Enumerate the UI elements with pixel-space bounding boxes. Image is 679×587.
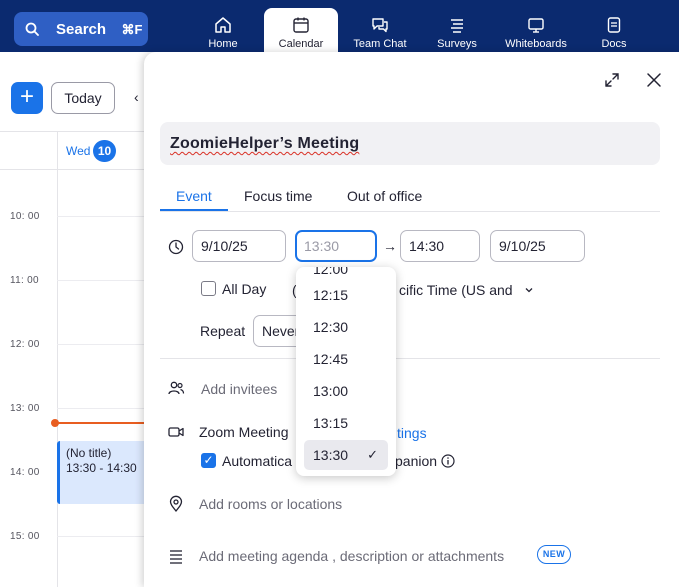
calendar-icon [293, 17, 309, 33]
hour-gridline [57, 408, 150, 409]
tab-calendar[interactable]: Calendar [264, 8, 338, 52]
hour-label: 13: 00 [10, 403, 40, 414]
new-event-button[interactable]: + [11, 82, 43, 114]
agenda-lines-icon [170, 550, 182, 564]
automatic-label: Automatica [222, 453, 293, 469]
event-time: 13:30 - 14:30 [66, 461, 137, 475]
meeting-title-input[interactable]: ZoomieHelper’s Meeting [160, 122, 660, 165]
close-icon[interactable] [646, 72, 662, 88]
timezone-select[interactable]: cific Time (US and [399, 282, 513, 298]
hour-gridline [57, 280, 150, 281]
prev-week-chevron-icon[interactable]: ‹ [134, 89, 139, 105]
tab-team-chat-label: Team Chat [353, 38, 407, 50]
arrow-right-icon: → [383, 238, 397, 254]
tab-docs[interactable]: Docs [577, 8, 651, 52]
tabs-divider [160, 211, 660, 212]
video-camera-icon [168, 427, 184, 437]
tab-home-label: Home [208, 38, 238, 50]
people-icon [168, 381, 185, 395]
search-label: Search [56, 21, 107, 38]
time-option[interactable]: 12:45 [304, 344, 388, 374]
tab-calendar-label: Calendar [278, 38, 324, 50]
day-header-divider [0, 169, 150, 170]
agenda-input[interactable]: Add meeting agenda , description or atta… [199, 548, 504, 564]
chevron-down-icon[interactable] [524, 285, 534, 295]
chat-icon [372, 18, 388, 33]
new-badge: NEW [537, 545, 571, 564]
today-button[interactable]: Today [51, 82, 115, 114]
start-time-dropdown: 12:00 12:15 12:30 12:45 13:00 13:15 13:3… [296, 267, 396, 476]
time-option[interactable]: 12:30 [304, 312, 388, 342]
expand-icon[interactable] [604, 72, 620, 88]
tab-docs-label: Docs [601, 38, 627, 50]
tab-out-of-office[interactable]: Out of office [347, 188, 422, 204]
add-rooms-input[interactable]: Add rooms or locations [199, 496, 342, 512]
end-date-field[interactable]: 9/10/25 [490, 230, 585, 262]
end-time-field[interactable]: 14:30 [400, 230, 480, 262]
top-nav-bar: Search ⌘F Home Calendar Team Chat Survey… [0, 0, 679, 52]
search-icon [25, 22, 39, 36]
info-icon[interactable] [441, 454, 455, 468]
hour-label: 15: 00 [10, 531, 40, 542]
tab-focus-time[interactable]: Focus time [244, 188, 312, 204]
day-number-badge[interactable]: 10 [93, 140, 116, 162]
time-option[interactable]: 13:00 [304, 376, 388, 406]
tab-event[interactable]: Event [176, 188, 212, 204]
hour-label: 11: 00 [10, 275, 39, 286]
hour-gridline [57, 536, 150, 537]
home-icon [215, 17, 231, 33]
zoom-meeting-label: Zoom Meeting [199, 424, 289, 440]
companion-label: panion [395, 453, 438, 469]
calendar-time-gutter-divider [57, 131, 58, 587]
start-date-field[interactable]: 9/10/25 [192, 230, 286, 262]
calendar-header-divider [0, 131, 150, 132]
add-invitees-input[interactable]: Add invitees [201, 381, 277, 397]
survey-icon [451, 19, 463, 33]
time-option-label: 13:30 [313, 447, 349, 463]
checkmark-icon: ✓ [367, 447, 378, 462]
current-time-dot [51, 419, 59, 427]
hour-gridline [57, 344, 150, 345]
start-time-field[interactable]: 13:30 [295, 230, 377, 262]
doc-icon [607, 17, 621, 33]
current-time-line [57, 422, 150, 424]
meeting-settings-link[interactable]: tings [397, 425, 427, 441]
clock-icon [168, 239, 184, 255]
tab-surveys-label: Surveys [437, 38, 477, 50]
calendar-event-block[interactable]: (No title) 13:30 - 14:30 [57, 441, 150, 504]
time-option[interactable]: 12:15 [304, 280, 388, 310]
section-divider [160, 358, 660, 359]
location-pin-icon [169, 495, 183, 513]
tab-surveys[interactable]: Surveys [420, 8, 494, 52]
tab-whiteboards-label: Whiteboards [505, 38, 567, 50]
all-day-label: All Day [222, 281, 267, 297]
automatic-checkbox[interactable]: ✓ [201, 453, 216, 468]
tab-team-chat[interactable]: Team Chat [343, 8, 417, 52]
hour-label: 12: 00 [10, 339, 40, 350]
whiteboard-icon [528, 18, 544, 33]
time-option[interactable]: 13:15 [304, 408, 388, 438]
event-editor-panel: ZoomieHelper’s Meeting Event Focus time … [144, 52, 679, 587]
search-shortcut: ⌘F [121, 22, 143, 37]
event-title: (No title) [66, 446, 112, 460]
repeat-label: Repeat [200, 323, 246, 339]
day-name: Wed [66, 144, 91, 158]
meeting-title-text: ZoomieHelper’s Meeting [170, 135, 360, 152]
hour-gridline [57, 216, 150, 217]
tab-whiteboards[interactable]: Whiteboards [499, 8, 573, 52]
tab-home[interactable]: Home [186, 8, 260, 52]
all-day-checkbox[interactable] [201, 281, 216, 296]
search-button[interactable]: Search ⌘F [14, 12, 148, 46]
time-option-selected[interactable]: 13:30 ✓ [304, 440, 388, 470]
hour-label: 10: 00 [10, 211, 40, 222]
hour-label: 14: 00 [10, 467, 40, 478]
